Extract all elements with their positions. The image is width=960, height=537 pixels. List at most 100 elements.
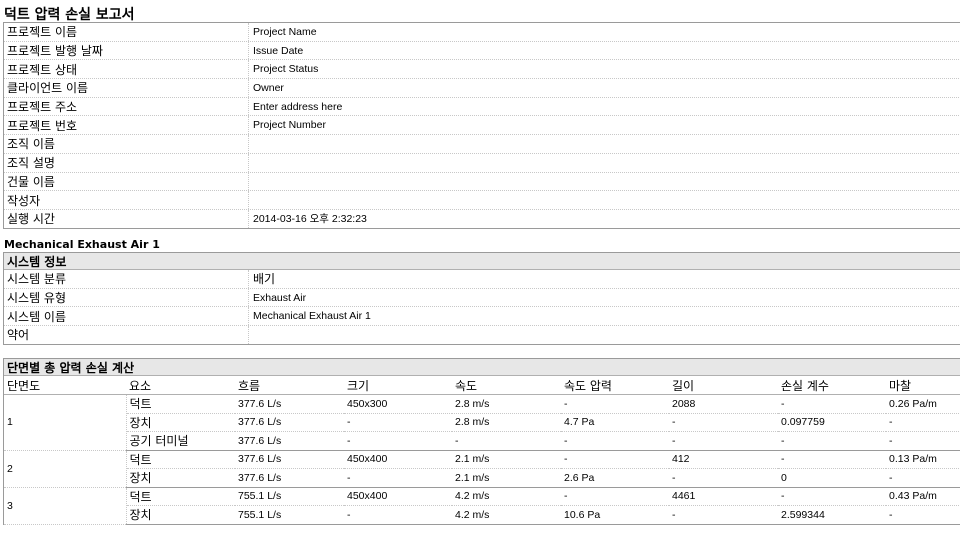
element-cell: 공기 터미널: [126, 431, 235, 451]
system-info-row: 시스템 유형 Exhaust Air: [4, 288, 960, 308]
friction-cell: -: [886, 431, 960, 451]
project-info-label: 조직 설명: [4, 153, 249, 172]
vp-cell: 10.6 Pa: [561, 505, 669, 525]
coef-cell: -: [778, 431, 886, 451]
coef-cell: 0: [778, 468, 886, 488]
pressure-loss-title: 단면별 총 압력 손실 계산: [4, 359, 960, 376]
column-header: 속도 압력: [561, 376, 669, 395]
column-header: 속도: [452, 376, 561, 395]
column-header: 손실 계수: [778, 376, 886, 395]
table-row: 장치 377.6 L/s -2.8 m/s 4.7 Pa -0.097759-: [4, 413, 960, 432]
section-number: 2: [4, 450, 127, 488]
project-info-row: 조직 이름: [4, 135, 960, 154]
system-info-label: 시스템 유형: [4, 288, 249, 307]
size-cell: -: [344, 468, 452, 488]
project-info-row: 프로젝트 주소 Enter address here: [4, 97, 960, 117]
velocity-cell: -: [452, 431, 561, 451]
section-number: 1: [4, 394, 127, 451]
size-cell: -: [344, 431, 452, 451]
column-header: 마찰: [886, 376, 960, 395]
velocity-cell: 2.1 m/s: [452, 450, 561, 469]
project-info-row: 조직 설명: [4, 153, 960, 173]
velocity-cell: 4.2 m/s: [452, 505, 561, 525]
project-info-label: 작성자: [4, 191, 249, 209]
coef-cell: -: [778, 487, 886, 506]
friction-cell: -: [886, 468, 960, 488]
coef-cell: -: [778, 394, 886, 414]
flow-cell: 377.6 L/s: [235, 431, 344, 451]
project-info-label: 조직 이름: [4, 135, 249, 153]
project-info-label: 프로젝트 상태: [4, 60, 249, 79]
project-info-value: Project Number: [253, 119, 326, 132]
flow-cell: 377.6 L/s: [235, 413, 344, 432]
system-info-value: Mechanical Exhaust Air 1: [253, 310, 371, 323]
system-info-row: 약어: [4, 326, 960, 344]
project-info-label: 프로젝트 주소: [4, 97, 249, 116]
size-cell: -: [344, 505, 452, 525]
size-cell: 450x300: [344, 394, 452, 414]
project-info-value: Enter address here: [253, 100, 343, 113]
table-row: 2 덕트 377.6 L/s 450x400 2.1 m/s -412-0.13 Pa/m: [4, 450, 960, 488]
flow-cell: 377.6 L/s: [235, 468, 344, 488]
friction-cell: -: [886, 413, 960, 432]
friction-cell: 0.26 Pa/m: [886, 394, 960, 414]
size-cell: -: [344, 413, 452, 432]
column-header: 길이: [669, 376, 778, 395]
table-row: 공기 터미널 377.6 L/s - - - - - -: [4, 431, 960, 451]
project-info-row: 프로젝트 상태 Project Status: [4, 60, 960, 80]
table-row: 장치 377.6 L/s -2.1 m/s 2.6 Pa -0-: [4, 468, 960, 488]
length-cell: 412: [669, 450, 778, 469]
vp-cell: -: [561, 450, 669, 469]
vp-cell: -: [561, 487, 669, 506]
flow-cell: 755.1 L/s: [235, 487, 344, 506]
report-title: 덕트 압력 손실 보고서: [4, 7, 135, 23]
coef-cell: 0.097759: [778, 413, 886, 432]
project-info-label: 클라이언트 이름: [4, 79, 249, 97]
length-cell: -: [669, 431, 778, 451]
coef-cell: -: [778, 450, 886, 469]
system-info-value: 배기: [253, 272, 276, 287]
project-info-label: 프로젝트 이름: [4, 23, 249, 41]
project-info-row: 프로젝트 이름 Project Name: [4, 23, 960, 42]
system-heading: Mechanical Exhaust Air 1: [4, 238, 160, 251]
friction-cell: 0.13 Pa/m: [886, 450, 960, 469]
project-info-label: 건물 이름: [4, 172, 249, 191]
project-info-row: 클라이언트 이름 Owner: [4, 79, 960, 98]
project-info-value: 2014-03-16 오후 2:32:23: [253, 213, 367, 226]
friction-cell: -: [886, 505, 960, 525]
vp-cell: -: [561, 394, 669, 414]
velocity-cell: 2.8 m/s: [452, 394, 561, 414]
system-info-label: 시스템 분류: [4, 270, 249, 288]
table-row: 1 덕트 377.6 L/s 450x300 2.8 m/s -2088-0.26 Pa/…: [4, 394, 960, 451]
element-cell: 덕트: [126, 394, 235, 414]
project-info-label: 실행 시간: [4, 209, 249, 228]
velocity-cell: 2.1 m/s: [452, 468, 561, 488]
system-info-row: 시스템 분류 배기: [4, 270, 960, 289]
length-cell: -: [669, 413, 778, 432]
flow-cell: 755.1 L/s: [235, 505, 344, 525]
system-info-label: 시스템 이름: [4, 307, 249, 326]
table-row: 장치 755.1 L/s -4.2 m/s 10.6 Pa -2.599344-: [4, 505, 960, 525]
column-header: 단면도: [4, 376, 126, 395]
coef-cell: 2.599344: [778, 505, 886, 525]
length-cell: -: [669, 468, 778, 488]
system-info-row: 시스템 이름 Mechanical Exhaust Air 1: [4, 307, 960, 327]
size-cell: 450x400: [344, 487, 452, 506]
velocity-cell: 2.8 m/s: [452, 413, 561, 432]
project-info-value: Project Name: [253, 25, 317, 38]
element-cell: 장치: [126, 413, 235, 432]
system-info-table: 시스템 정보 시스템 분류 배기 시스템 유형 Exhaust Air 시스템 이름 Me…: [3, 252, 960, 345]
project-info-label: 프로젝트 번호: [4, 116, 249, 135]
element-cell: 덕트: [126, 487, 235, 506]
system-info-label: 약어: [4, 326, 249, 344]
flow-cell: 377.6 L/s: [235, 450, 344, 469]
length-cell: 4461: [669, 487, 778, 506]
project-info-row: 건물 이름: [4, 172, 960, 192]
vp-cell: 2.6 Pa: [561, 468, 669, 488]
size-cell: 450x400: [344, 450, 452, 469]
project-info-value: Issue Date: [253, 44, 304, 57]
system-info-value: Exhaust Air: [253, 291, 307, 304]
project-info-label: 프로젝트 발행 날짜: [4, 41, 249, 60]
pressure-loss-table: 단면도 요소 흐름 크기 속도 속도 압력 길이 손실 계수 마찰 1 덕트 377.6 L/s 45…: [4, 376, 960, 525]
element-cell: 장치: [126, 505, 235, 525]
